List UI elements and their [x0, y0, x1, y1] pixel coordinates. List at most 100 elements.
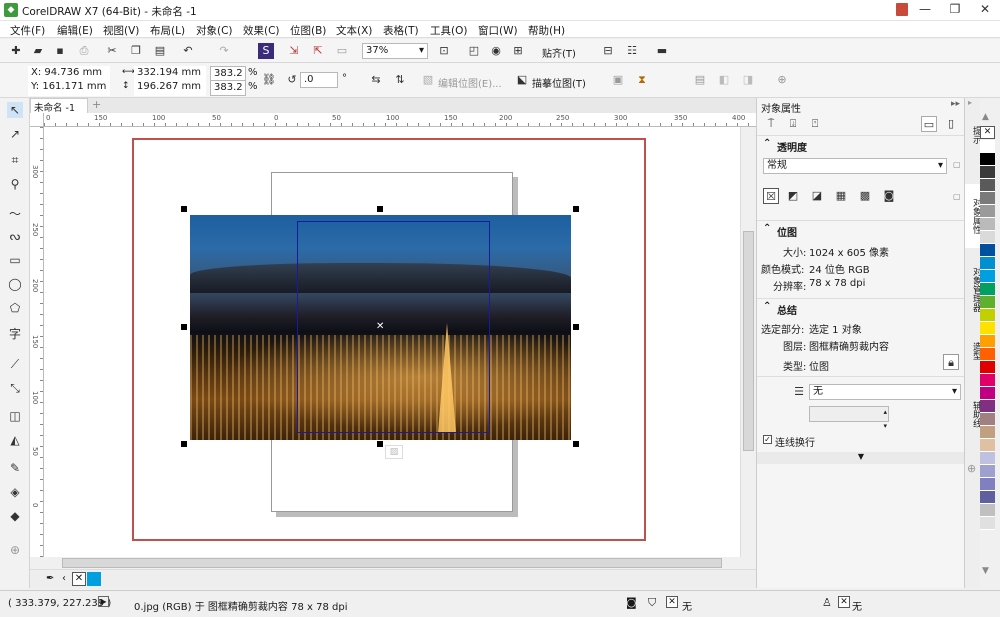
show-rulers-icon[interactable]: ◰ — [466, 43, 482, 59]
palette-swatch[interactable] — [980, 231, 995, 244]
horizontal-scrollbar[interactable] — [44, 557, 756, 569]
outline-none-swatch[interactable]: ✕ — [838, 596, 850, 608]
menu-window[interactable]: 窗口(W) — [478, 23, 518, 38]
palette-swatch[interactable] — [980, 296, 995, 309]
wrap-offset-spinner[interactable]: ▴ ▾ — [809, 406, 889, 430]
wrap-text-select[interactable]: 无 ▾ — [809, 384, 961, 400]
eyedropper-icon[interactable]: ✒ — [46, 573, 54, 584]
palette-swatch[interactable] — [980, 400, 995, 413]
palette-swatch[interactable] — [980, 270, 995, 283]
selection-handle[interactable] — [181, 206, 187, 212]
zoom-tool-icon[interactable]: ⚲ — [7, 176, 23, 192]
drawing-canvas[interactable]: ✕ ▨ — [44, 127, 740, 557]
menu-file[interactable]: 文件(F) — [10, 23, 45, 38]
lock-icon[interactable]: 🔒︎ — [943, 354, 959, 370]
edit-powerclip-icon[interactable]: ▨ — [385, 445, 403, 459]
palette-swatch[interactable] — [980, 153, 995, 166]
rotation-center-icon[interactable]: ✕ — [376, 321, 384, 332]
to-front-icon[interactable]: ◧ — [716, 72, 732, 88]
parallel-dimension-tool-icon[interactable]: ⟋ — [7, 356, 23, 372]
document-tab[interactable]: 未命名 -1 — [30, 98, 88, 114]
selection-handle[interactable] — [573, 441, 579, 447]
palette-swatch[interactable] — [980, 283, 995, 296]
palette-swatch[interactable] — [980, 478, 995, 491]
welcome-screen-icon[interactable]: ▬ — [654, 43, 670, 59]
tab-shaping[interactable]: 造型 — [965, 332, 981, 370]
uniform-transparency-icon[interactable]: ◩ — [785, 188, 801, 204]
no-transparency-icon[interactable]: ☒ — [763, 188, 779, 204]
wrap-text-icon[interactable]: ▤ — [692, 72, 708, 88]
export-icon[interactable]: ⇱ — [310, 43, 326, 59]
palette-scroll-down-icon[interactable]: ▼ — [982, 566, 989, 576]
expand-docker-icon[interactable]: ▸▸ — [951, 99, 960, 109]
palette-swatch[interactable] — [980, 348, 995, 361]
palette-swatch[interactable] — [980, 257, 995, 270]
polygon-tool-icon[interactable]: ⬠ — [7, 300, 23, 316]
save-icon[interactable]: ▪ — [52, 43, 68, 59]
palette-swatch[interactable] — [980, 361, 995, 374]
menu-bitmap[interactable]: 位图(B) — [290, 23, 326, 38]
menu-effects[interactable]: 效果(C) — [243, 23, 280, 38]
mirror-horizontal-icon[interactable]: ⇆ — [368, 72, 384, 88]
color-proof-icon[interactable]: ◙ — [626, 596, 637, 609]
scale-y-field[interactable]: 383.2 — [210, 80, 246, 96]
ruler-origin[interactable] — [30, 113, 44, 127]
options-square-icon[interactable]: ▢ — [953, 192, 961, 201]
tab-guidelines[interactable]: 辅助线 — [965, 390, 981, 438]
tab-hints[interactable]: 提示 — [965, 114, 981, 156]
ellipse-tool-icon[interactable]: ◯ — [7, 276, 23, 292]
snap-to-dropdown[interactable]: 贴齐(T) — [542, 45, 576, 60]
to-back-icon[interactable]: ◨ — [740, 72, 756, 88]
horizontal-scroll-thumb[interactable] — [62, 558, 722, 568]
crop-tool-icon[interactable]: ⌗ — [7, 152, 23, 168]
options-square-icon[interactable]: ▢ — [953, 160, 961, 169]
open-icon[interactable]: ▰ — [30, 43, 46, 59]
trace-bitmap-button[interactable]: 描摹位图(T) — [532, 75, 586, 90]
mirror-vertical-icon[interactable]: ⇅ — [392, 72, 408, 88]
menu-object[interactable]: 对象(C) — [196, 23, 233, 38]
import-icon[interactable]: ⇲ — [286, 43, 302, 59]
menu-view[interactable]: 视图(V) — [103, 23, 139, 38]
palette-swatch[interactable] — [980, 322, 995, 335]
print-icon[interactable]: ⎙ — [76, 43, 92, 59]
zoom-level-combo[interactable]: 37% ▾ — [362, 43, 428, 59]
line-wrap-checkbox[interactable]: ✓ — [763, 435, 772, 444]
artistic-media-tool-icon[interactable]: ᔓ — [7, 228, 23, 244]
pick-tool-icon[interactable]: ↖ — [7, 102, 23, 118]
smart-fill-tool-icon[interactable]: ◆ — [7, 508, 23, 524]
eyedropper-tool-icon[interactable]: ✎ — [7, 460, 23, 476]
add-icon[interactable]: ⊕ — [774, 72, 790, 88]
collapse-tabs-icon[interactable]: ▸ — [968, 98, 972, 107]
palette-swatch[interactable] — [980, 504, 995, 517]
height-field[interactable]: 196.267 mm — [134, 80, 206, 96]
palette-swatch[interactable] — [980, 491, 995, 504]
palette-scroll-up-icon[interactable]: ▲ — [982, 112, 989, 122]
rotation-angle-field[interactable]: .0 — [300, 72, 338, 88]
show-guidelines-icon[interactable]: ◉ — [488, 43, 504, 59]
palette-swatch[interactable] — [980, 517, 995, 530]
interactive-fill-tool-icon[interactable]: ◈ — [7, 484, 23, 500]
summary-tab-icon[interactable]: ▯ — [943, 116, 959, 132]
expand-more-icon[interactable]: ▼ — [757, 452, 965, 464]
restore-button[interactable]: ❐ — [940, 0, 970, 20]
transparency-mode-select[interactable]: 常规 ▾ — [763, 158, 947, 174]
document-color-swatch[interactable] — [87, 572, 101, 586]
palette-swatch[interactable] — [980, 166, 995, 179]
palette-swatch[interactable] — [980, 140, 995, 153]
palette-swatch[interactable] — [980, 244, 995, 257]
palette-swatch[interactable] — [980, 439, 995, 452]
cut-icon[interactable]: ✂ — [104, 43, 120, 59]
no-fill-swatch[interactable]: ✕ — [980, 126, 995, 139]
palette-swatch[interactable] — [980, 374, 995, 387]
texture-transparency-icon[interactable]: ◙ — [881, 188, 897, 204]
copy-icon[interactable]: ❐ — [128, 43, 144, 59]
menu-table[interactable]: 表格(T) — [383, 23, 419, 38]
new-document-icon[interactable]: ✚ — [8, 43, 24, 59]
vertical-scroll-thumb[interactable] — [743, 231, 754, 451]
menu-edit[interactable]: 编辑(E) — [57, 23, 93, 38]
menu-tools[interactable]: 工具(O) — [430, 23, 467, 38]
bitmap-pattern-transparency-icon[interactable]: ▩ — [857, 188, 873, 204]
no-color-swatch[interactable]: ✕ — [72, 572, 86, 586]
transparency-section-header[interactable]: ⌃ 透明度 — [757, 135, 965, 154]
add-docker-icon[interactable]: ⊕ — [967, 462, 976, 475]
